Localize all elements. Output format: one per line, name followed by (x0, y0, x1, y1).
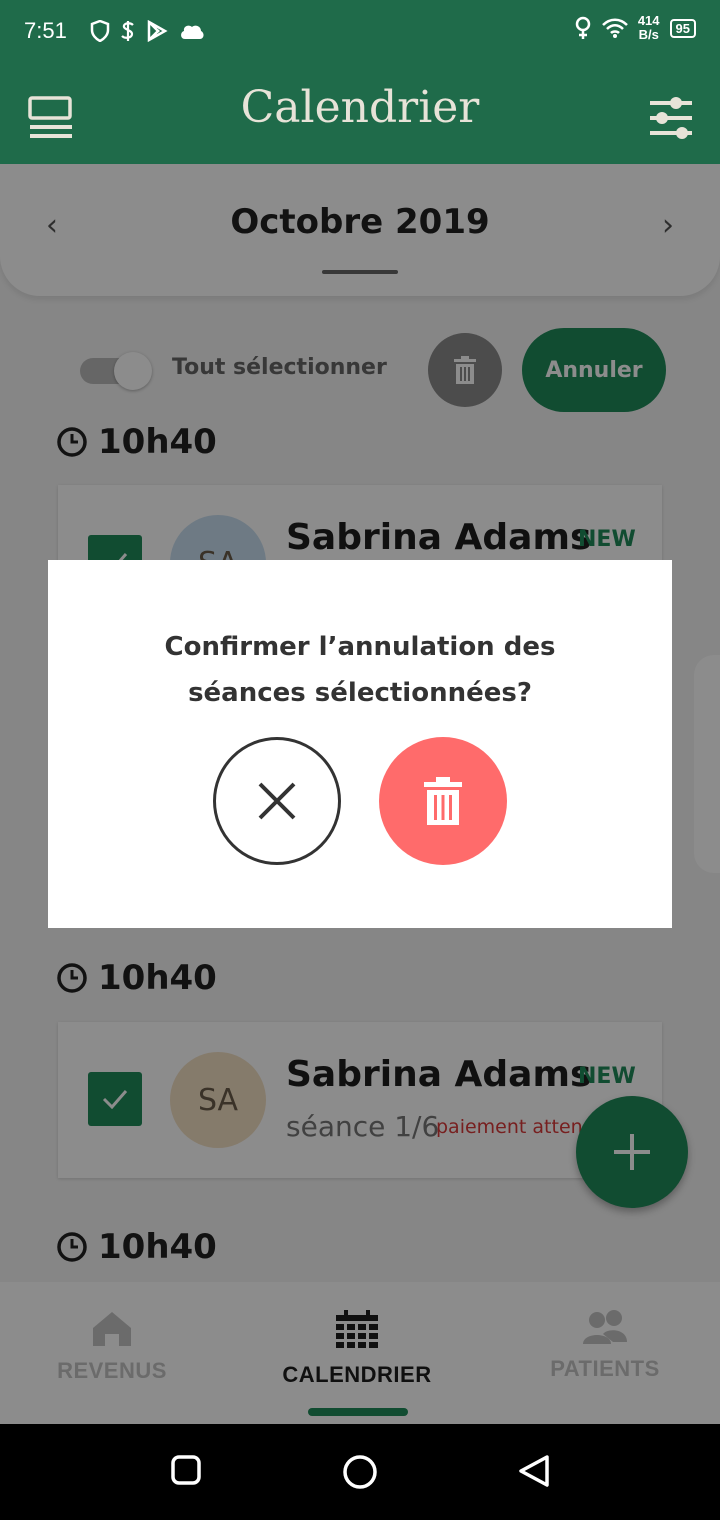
recents-icon[interactable] (170, 1454, 202, 1486)
shield-icon (90, 20, 110, 42)
status-time: 7:51 (24, 18, 67, 43)
dialog-message: Confirmer l’annulation des séances sélec… (48, 624, 672, 716)
network-speed: 414 B/s (638, 14, 660, 42)
location-icon (575, 16, 591, 39)
net-speed-value: 414 (637, 13, 660, 28)
battery-level: 95 (669, 18, 696, 38)
app-screen: 7:51 414 B/s 95 Calendrier ‹ Octobre 201… (0, 0, 720, 1520)
dollar-icon (121, 21, 134, 41)
net-speed-unit: B/s (638, 27, 659, 42)
app-header: Calendrier (0, 64, 720, 164)
home-nav-icon[interactable] (341, 1454, 379, 1492)
wifi-icon (601, 18, 628, 38)
trash-icon (424, 777, 462, 825)
back-icon[interactable] (517, 1454, 551, 1488)
system-navigation-bar (0, 1424, 720, 1520)
filter-icon[interactable] (650, 96, 692, 140)
page-title: Calendrier (240, 82, 480, 133)
confirm-cancel-dialog: Confirmer l’annulation des séances sélec… (48, 560, 672, 928)
dialog-message-line-2: séances sélectionnées? (188, 678, 532, 708)
play-store-icon (147, 20, 168, 42)
confirm-delete-button[interactable] (379, 737, 507, 865)
dismiss-button[interactable] (213, 737, 341, 865)
close-icon (258, 782, 296, 820)
cloud-icon (181, 25, 204, 39)
dialog-message-line-1: Confirmer l’annulation des (164, 632, 556, 662)
status-bar: 7:51 414 B/s 95 (0, 0, 720, 64)
